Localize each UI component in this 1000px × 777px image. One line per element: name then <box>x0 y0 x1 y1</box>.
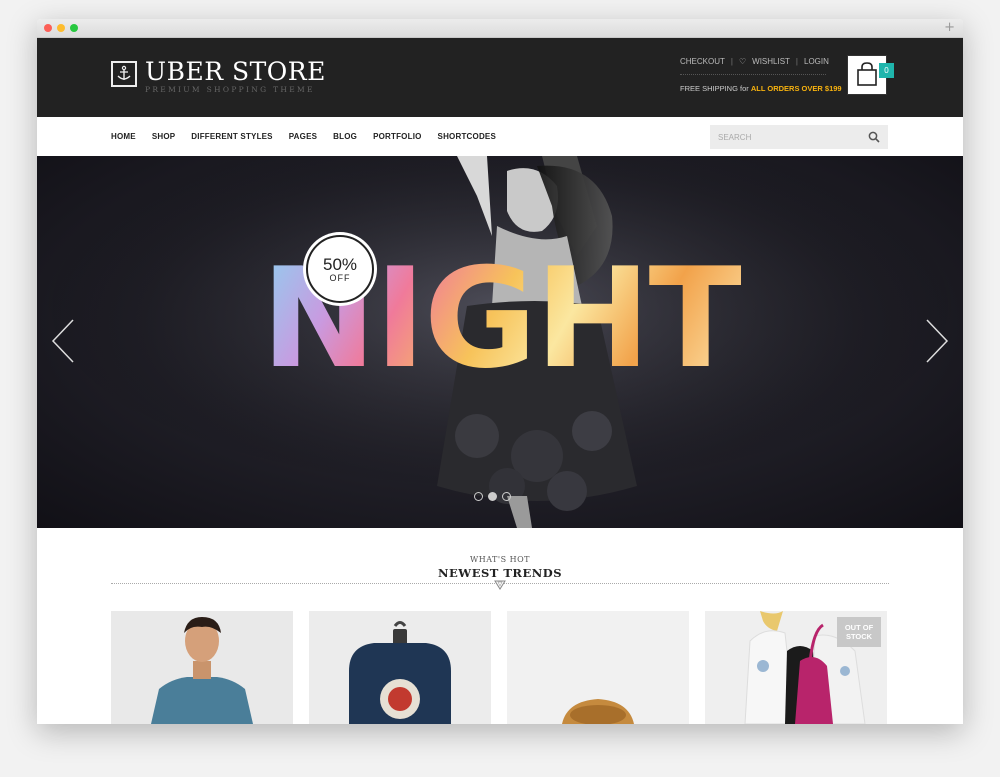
maximize-window-button[interactable] <box>70 24 78 32</box>
badge-percent: 50% <box>322 254 358 274</box>
chevron-right-icon[interactable] <box>925 318 949 364</box>
new-tab-icon[interactable]: + <box>944 20 955 35</box>
product-image <box>507 611 689 724</box>
nav-pages[interactable]: PAGES <box>289 132 317 141</box>
checkout-link[interactable]: CHECKOUT <box>680 57 725 66</box>
window-chrome: + <box>37 19 963 38</box>
nav-shop[interactable]: SHOP <box>152 132 175 141</box>
product-image <box>111 611 293 724</box>
wishlist-link[interactable]: WISHLIST <box>752 57 790 66</box>
product-card[interactable] <box>309 611 491 724</box>
nav-different-styles[interactable]: DIFFERENT STYLES <box>191 132 272 141</box>
slider-dot-active[interactable] <box>488 492 497 501</box>
search-input[interactable] <box>710 125 866 149</box>
brand-tagline: PREMIUM SHOPPING THEME <box>145 85 315 94</box>
site-header: UBER STORE PREMIUM SHOPPING THEME CHECKO… <box>37 38 963 117</box>
logo[interactable]: UBER STORE PREMIUM SHOPPING THEME <box>111 58 326 94</box>
slider-dots <box>474 492 511 501</box>
newest-trends-section: WHAT'S HOT NEWEST TRENDS OUT OF STOCK <box>37 528 963 724</box>
separator: | <box>795 57 798 66</box>
separator: | <box>730 57 733 66</box>
browser-window: + UBER STORE PREMIUM SHOPPING THEME CHEC… <box>37 19 963 724</box>
main-nav: HOME SHOP DIFFERENT STYLES PAGES BLOG PO… <box>37 117 963 157</box>
divider <box>680 74 826 75</box>
cart-count-badge: 0 <box>879 63 894 78</box>
product-card[interactable]: OUT OF STOCK <box>705 611 887 724</box>
chevron-left-icon[interactable] <box>51 318 75 364</box>
discount-badge: 50% OFF <box>306 235 374 303</box>
shipping-highlight: ALL ORDERS OVER $199 <box>750 84 842 93</box>
product-grid: OUT OF STOCK <box>111 611 887 724</box>
nav-home[interactable]: HOME <box>111 132 136 141</box>
minimize-window-button[interactable] <box>57 24 65 32</box>
slider-dot[interactable] <box>474 492 483 501</box>
login-link[interactable]: LOGIN <box>804 57 829 66</box>
product-card[interactable] <box>111 611 293 724</box>
triangle-icon <box>494 580 506 590</box>
product-image <box>309 611 491 724</box>
out-of-stock-badge: OUT OF STOCK <box>837 617 881 647</box>
close-window-button[interactable] <box>44 24 52 32</box>
shipping-notice: FREE SHIPPING for ALL ORDERS OVER $199 <box>680 84 842 93</box>
top-links: CHECKOUT | ♡ WISHLIST | LOGIN <box>680 57 829 66</box>
nav-blog[interactable]: BLOG <box>333 132 357 141</box>
nav-shortcodes[interactable]: SHORTCODES <box>438 132 496 141</box>
slider-dot[interactable] <box>502 492 511 501</box>
badge-off: OFF <box>329 272 351 283</box>
section-title: NEWEST TRENDS <box>438 566 562 580</box>
section-eyebrow: WHAT'S HOT <box>470 555 530 564</box>
heart-icon: ♡ <box>738 57 747 66</box>
shipping-prefix: FREE SHIPPING for <box>680 84 751 93</box>
nav-portfolio[interactable]: PORTFOLIO <box>373 132 421 141</box>
brand-title: UBER STORE <box>145 57 326 86</box>
anchor-icon <box>111 61 137 87</box>
search-box <box>710 125 888 149</box>
product-card[interactable] <box>507 611 689 724</box>
hero-slider: NIGHT 50% OFF <box>37 156 963 528</box>
search-icon[interactable] <box>868 131 880 143</box>
